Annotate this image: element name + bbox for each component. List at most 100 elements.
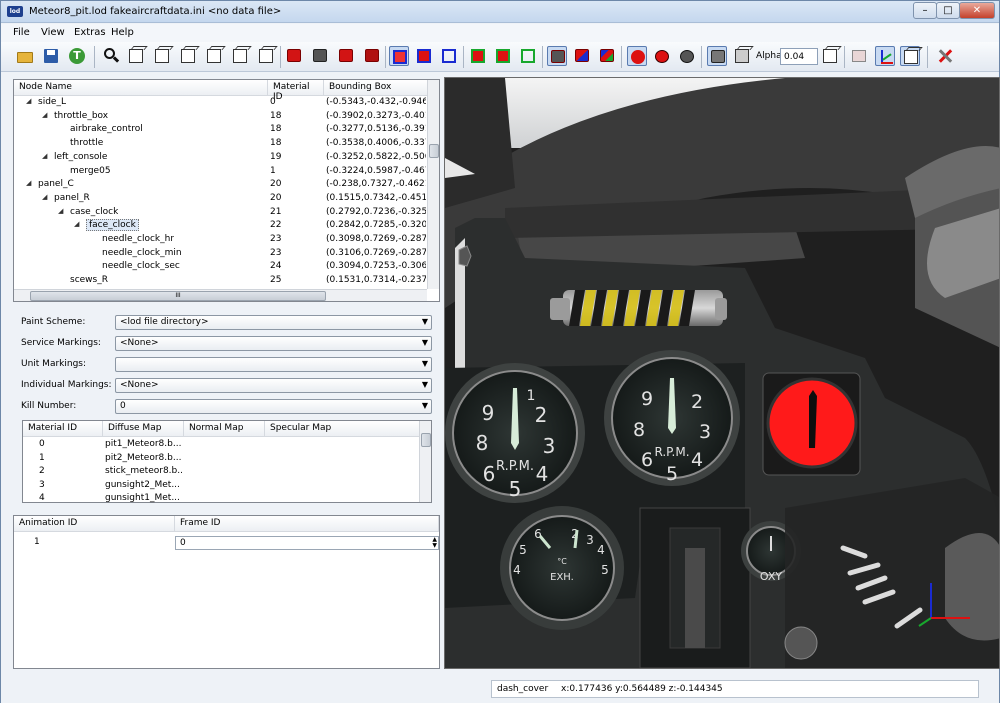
- transparent-box-icon[interactable]: [732, 46, 752, 66]
- node-tree[interactable]: Node Name Material ID Bounding Box ◢ side…: [13, 79, 440, 302]
- table-row[interactable]: 1 pit2_Meteor8.b...: [23, 452, 419, 466]
- green-wire-1-icon[interactable]: [468, 46, 488, 66]
- tools-icon[interactable]: [935, 46, 955, 66]
- table-row[interactable]: 1 0 ▲ ▼: [14, 536, 439, 550]
- bounding-box-icon[interactable]: [900, 46, 920, 66]
- kill-number-select[interactable]: 0 ▼: [115, 399, 432, 414]
- ladybug-icon[interactable]: [652, 46, 672, 66]
- column-header-normal-map[interactable]: Normal Map: [184, 421, 265, 437]
- column-header-material-id[interactable]: Material ID: [23, 421, 103, 437]
- 3d-viewport[interactable]: 9 2 3 4 5 6 8 1 R.P.M. 9 2 3 4 5 6 8 R.P…: [444, 77, 1000, 669]
- tree-row[interactable]: merge05 1 (-0.3224,0.5987,-0.4672): [14, 165, 427, 179]
- gray-cube-icon[interactable]: [310, 46, 330, 66]
- bounding-box-cell: (0.3106,0.7269,-0.2873): [326, 247, 426, 258]
- outline-box-icon[interactable]: [820, 46, 840, 66]
- table-row[interactable]: 0 pit1_Meteor8.b...: [23, 438, 419, 452]
- node-name-cell: panel_C: [38, 179, 74, 190]
- expand-arrow-icon[interactable]: ◢: [42, 111, 47, 119]
- tree-row[interactable]: needle_clock_min 23 (0.3106,0.7269,-0.2873…: [14, 247, 427, 261]
- column-header-specular-map[interactable]: Specular Map: [265, 421, 420, 437]
- view-back-icon[interactable]: [152, 46, 172, 66]
- view-left-icon[interactable]: [178, 46, 198, 66]
- minimize-button[interactable]: –: [913, 2, 937, 19]
- window-title: Meteor8_pit.lod fakeaircraftdata.ini <no…: [29, 6, 282, 17]
- unit-markings-select[interactable]: ▼: [115, 357, 432, 372]
- view-bottom-icon[interactable]: [256, 46, 276, 66]
- tree-row[interactable]: airbrake_control 18 (-0.3277,0.5136,-0.391…: [14, 123, 427, 137]
- column-header-frame-id[interactable]: Frame ID: [175, 516, 439, 532]
- maximize-button[interactable]: □: [936, 2, 960, 19]
- solid-box-icon[interactable]: [707, 46, 727, 66]
- tree-row[interactable]: ◢ panel_C 20 (-0.238,0.7327,-0.4621): [14, 178, 427, 192]
- texture-reload-icon[interactable]: T: [67, 46, 87, 66]
- tree-row[interactable]: ◢ face_clock 22 (0.2842,0.7285,-0.3206): [14, 219, 427, 233]
- materials-scrollbar[interactable]: [419, 421, 431, 502]
- image-icon[interactable]: [849, 46, 869, 66]
- close-button[interactable]: ✕: [959, 2, 995, 19]
- column-header-material-id[interactable]: Material ID: [268, 80, 324, 102]
- tree-row[interactable]: ◢ left_console 19 (-0.3252,0.5822,-0.5065): [14, 151, 427, 165]
- expand-arrow-icon[interactable]: ◢: [42, 193, 47, 201]
- blue-wire-2-icon[interactable]: [414, 46, 434, 66]
- table-row[interactable]: 2 stick_meteor8.b...: [23, 465, 419, 479]
- menu-help[interactable]: Help: [111, 27, 134, 38]
- menu-view[interactable]: View: [41, 27, 65, 38]
- tree-horizontal-scrollbar[interactable]: III: [14, 289, 427, 301]
- title-bar[interactable]: lod Meteor8_pit.lod fakeaircraftdata.ini…: [1, 1, 999, 23]
- red-cube-icon[interactable]: [284, 46, 304, 66]
- column-header-animation-id[interactable]: Animation ID: [14, 516, 175, 532]
- axes-icon[interactable]: [875, 46, 895, 66]
- tree-row[interactable]: ◢ case_clock 21 (0.2792,0.7236,-0.3256): [14, 206, 427, 220]
- material-id-cell: 19: [270, 151, 282, 162]
- mixed-cube-icon[interactable]: [597, 46, 617, 66]
- individual-markings-select[interactable]: <None> ▼: [115, 378, 432, 393]
- view-front-icon[interactable]: [126, 46, 146, 66]
- alpha-spinbox[interactable]: [780, 48, 818, 65]
- open-folder-icon[interactable]: [15, 46, 35, 66]
- column-header-diffuse-map[interactable]: Diffuse Map: [103, 421, 184, 437]
- red-cube-dark-icon[interactable]: [362, 46, 382, 66]
- material-id-cell: 23: [270, 234, 282, 244]
- menu-file[interactable]: File: [13, 27, 30, 38]
- tree-row[interactable]: needle_clock_sec 24 (0.3094,0.7253,-0.3068…: [14, 260, 427, 274]
- table-row[interactable]: 4 gunsight1_Met...: [23, 492, 419, 506]
- view-right-icon[interactable]: [204, 46, 224, 66]
- expand-arrow-icon[interactable]: ◢: [26, 97, 31, 105]
- gray-bug-icon[interactable]: [677, 46, 697, 66]
- blue-wire-1-icon[interactable]: [389, 46, 409, 66]
- red-bug-icon[interactable]: [627, 46, 647, 66]
- frame-id-spinbox[interactable]: 0 ▲ ▼: [175, 536, 439, 550]
- materials-table[interactable]: Material ID Diffuse Map Normal Map Specu…: [22, 420, 432, 503]
- tree-row[interactable]: ◢ side_L 0 (-0.5343,-0.432,-0.9463): [14, 96, 427, 110]
- tree-row[interactable]: ◢ throttle_box 18 (-0.3902,0.3273,-0.4011): [14, 110, 427, 124]
- service-markings-select[interactable]: <None> ▼: [115, 336, 432, 351]
- table-row[interactable]: 3 gunsight2_Met...: [23, 479, 419, 493]
- tree-row[interactable]: throttle 18 (-0.3538,0.4006,-0.3371): [14, 137, 427, 151]
- blue-wire-3-icon[interactable]: [439, 46, 459, 66]
- column-header-bounding-box[interactable]: Bounding Box: [324, 80, 428, 96]
- paint-scheme-select[interactable]: <lod file directory> ▼: [115, 315, 432, 330]
- application-window: lod Meteor8_pit.lod fakeaircraftdata.ini…: [0, 0, 1000, 703]
- column-header-node-name[interactable]: Node Name: [14, 80, 268, 96]
- zoom-fit-icon[interactable]: [101, 46, 121, 66]
- save-icon[interactable]: [41, 46, 61, 66]
- chevron-down-icon: ▼: [421, 338, 428, 347]
- material-id-cell: 20: [270, 179, 282, 190]
- tree-vertical-scrollbar[interactable]: [427, 80, 439, 289]
- red-cube-alt-icon[interactable]: [336, 46, 356, 66]
- expand-arrow-icon[interactable]: ◢: [74, 220, 79, 228]
- view-top-icon[interactable]: [230, 46, 250, 66]
- tree-row[interactable]: ◢ panel_R 20 (0.1515,0.7342,-0.4518): [14, 192, 427, 206]
- expand-arrow-icon[interactable]: ◢: [26, 179, 31, 187]
- green-wire-2-icon[interactable]: [493, 46, 513, 66]
- menu-extras[interactable]: Extras: [74, 27, 106, 38]
- expand-arrow-icon[interactable]: ◢: [58, 207, 63, 215]
- bone-view-icon[interactable]: [547, 46, 567, 66]
- expand-arrow-icon[interactable]: ◢: [42, 152, 47, 160]
- multi-color-icon[interactable]: [572, 46, 592, 66]
- tree-row[interactable]: needle_clock_hr 23 (0.3098,0.7269,-0.2873): [14, 233, 427, 247]
- tree-row[interactable]: scews_R 25 (0.1531,0.7314,-0.2372): [14, 274, 427, 288]
- green-wire-3-icon[interactable]: [518, 46, 538, 66]
- diffuse-map-cell: stick_meteor8.b...: [105, 466, 183, 476]
- animation-table[interactable]: Animation ID Frame ID 1 0 ▲ ▼: [13, 515, 440, 669]
